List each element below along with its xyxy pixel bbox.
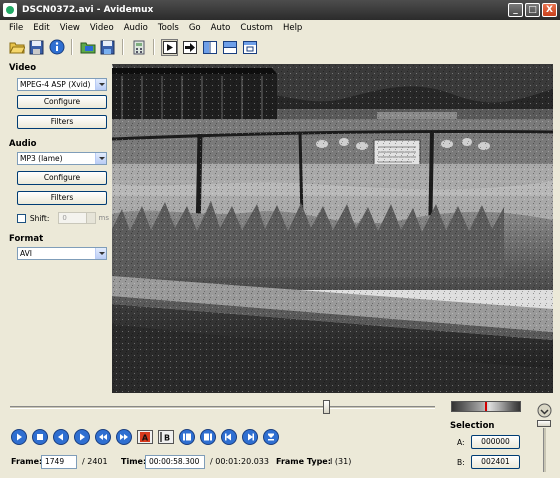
volume-icon[interactable] [537, 403, 552, 420]
selection-label: Selection [450, 421, 495, 431]
menu-help[interactable]: Help [278, 23, 307, 33]
toolbar [0, 36, 560, 58]
chevron-down-icon[interactable] [95, 79, 106, 90]
menu-view[interactable]: View [55, 23, 85, 33]
info-icon[interactable] [48, 39, 65, 56]
shift-label: Shift: [29, 213, 50, 223]
settings-panel: Video MPEG-4 ASP (Xvid) Configure Filter… [0, 60, 112, 390]
video-codec-value: MPEG-4 ASP (Xvid) [20, 80, 91, 89]
seek-slider-thumb[interactable] [323, 400, 331, 414]
frame-input[interactable]: 1749 [41, 455, 77, 469]
fast-forward-icon[interactable] [116, 429, 132, 445]
seek-slider-track[interactable] [10, 406, 435, 409]
menu-tools[interactable]: Tools [153, 23, 184, 33]
prev-frame-icon[interactable] [53, 429, 69, 445]
menu-edit[interactable]: Edit [28, 23, 54, 33]
audio-filters-button[interactable]: Filters [17, 191, 107, 205]
set-marker-a-icon[interactable]: A [137, 430, 153, 444]
shift-checkbox[interactable] [17, 213, 26, 223]
separate-window-icon[interactable] [241, 39, 258, 56]
chevron-down-icon[interactable] [95, 248, 106, 259]
format-select[interactable]: AVI [17, 247, 107, 260]
video-section-label: Video [9, 63, 37, 73]
format-value: AVI [20, 249, 32, 258]
audio-configure-button[interactable]: Configure [17, 171, 107, 185]
video-preview [112, 64, 553, 393]
menu-bar: File Edit View Video Audio Tools Go Auto… [0, 20, 560, 36]
calculator-icon[interactable] [130, 39, 147, 56]
video-configure-button[interactable]: Configure [17, 95, 107, 109]
save-disk-icon[interactable] [28, 39, 45, 56]
frame-type-value: I (31) [330, 457, 352, 466]
side-by-side-icon[interactable] [201, 39, 218, 56]
video-codec-select[interactable]: MPEG-4 ASP (Xvid) [17, 78, 107, 91]
marker-a-label: A: [457, 438, 465, 447]
next-black-frame-icon[interactable] [242, 429, 258, 445]
menu-auto[interactable]: Auto [206, 23, 236, 33]
audio-codec-value: MP3 (lame) [20, 154, 63, 163]
playback-controls: A B [11, 429, 279, 445]
video-filters-button[interactable]: Filters [17, 115, 107, 129]
window-title: DSCN0372.avi - Avidemux [22, 5, 154, 15]
input-display-icon[interactable] [161, 38, 178, 56]
marker-b-label: B: [457, 458, 465, 467]
prev-black-frame-icon[interactable] [221, 429, 237, 445]
marker-b-glyph: B [164, 434, 170, 443]
save-video-icon[interactable] [99, 39, 116, 56]
menu-audio[interactable]: Audio [119, 23, 153, 33]
jog-marker [485, 402, 487, 411]
time-label: Time: [121, 457, 147, 466]
volume-slider-track[interactable] [543, 428, 546, 472]
next-keyframe-icon[interactable] [200, 429, 216, 445]
volume-slider-thumb[interactable] [537, 420, 551, 427]
audio-codec-select[interactable]: MP3 (lame) [17, 152, 107, 165]
set-marker-b-icon[interactable]: B [158, 430, 174, 444]
audio-section-label: Audio [9, 139, 37, 149]
minimize-button[interactable]: _ [508, 3, 523, 17]
shift-unit-label: ms [98, 214, 109, 222]
title-bar: DSCN0372.avi - Avidemux _ □ X [0, 0, 560, 20]
app-icon [3, 3, 17, 17]
maximize-button[interactable]: □ [525, 3, 540, 17]
next-frame-icon[interactable] [74, 429, 90, 445]
play-icon[interactable] [11, 429, 27, 445]
format-section-label: Format [9, 234, 44, 244]
top-bottom-icon[interactable] [221, 39, 238, 56]
open-folder-icon[interactable] [8, 39, 25, 56]
audio-shift-row: Shift: 0 ms [17, 212, 109, 224]
frame-label: Frame: [11, 457, 43, 466]
chevron-down-icon[interactable] [95, 153, 106, 164]
frame-total: / 2401 [82, 457, 108, 466]
frame-type-label: Frame Type: [276, 457, 331, 466]
time-input[interactable]: 00:00:58.300 [145, 455, 205, 469]
rewind-icon[interactable] [95, 429, 111, 445]
marker-b-button[interactable]: 002401 [471, 455, 520, 469]
marker-a-glyph: A [142, 434, 149, 443]
shift-input[interactable]: 0 [58, 212, 96, 224]
time-total: / 00:01:20.033 [210, 457, 269, 466]
menu-custom[interactable]: Custom [235, 23, 278, 33]
marker-a-button[interactable]: 000000 [471, 435, 520, 449]
close-button[interactable]: X [542, 3, 557, 17]
stop-icon[interactable] [32, 429, 48, 445]
output-display-icon[interactable] [181, 39, 198, 56]
goto-first-icon[interactable] [263, 429, 279, 445]
open-video-icon[interactable] [79, 39, 96, 56]
menu-video[interactable]: Video [85, 23, 119, 33]
jog-shuttle-bar[interactable] [451, 401, 521, 412]
menu-file[interactable]: File [4, 23, 28, 33]
menu-go[interactable]: Go [184, 23, 206, 33]
prev-keyframe-icon[interactable] [179, 429, 195, 445]
